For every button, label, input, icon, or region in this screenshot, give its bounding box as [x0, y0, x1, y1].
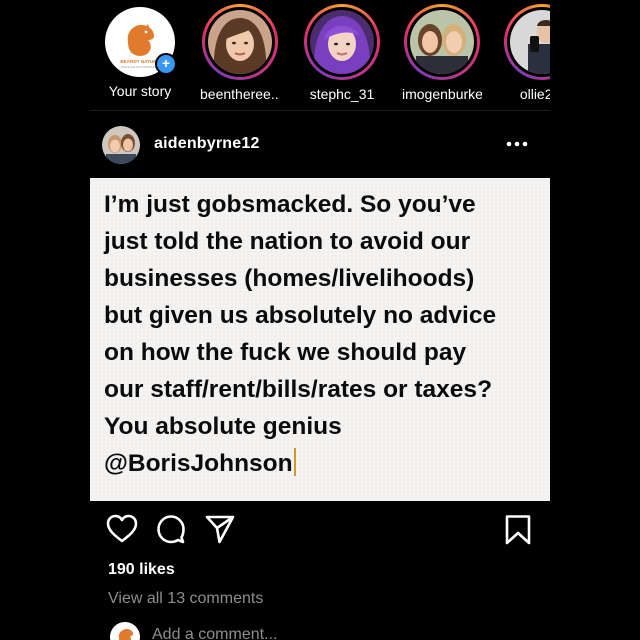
story-avatar-image [208, 10, 272, 74]
post-author-avatar[interactable] [102, 126, 140, 164]
story-avatar-image [510, 10, 550, 74]
add-comment-row[interactable]: Add a comment... [108, 622, 548, 640]
share-send-icon[interactable] [204, 514, 236, 544]
story-ring [404, 4, 480, 80]
story-label: imogenburke [402, 86, 482, 102]
post-header: aidenbyrne12 [90, 122, 550, 168]
divider [90, 110, 550, 111]
story-avatar-image [410, 10, 474, 74]
add-comment-input[interactable]: Add a comment... [152, 626, 277, 640]
add-story-plus-icon[interactable]: + [155, 53, 177, 75]
post-text: I’m just gobsmacked. So you’ve just told… [104, 191, 497, 477]
logo-text: BEARDY NATURE [120, 59, 159, 64]
more-options-icon[interactable] [504, 136, 530, 152]
logo-subtext: WILDLIFE PHOTOGRAPHY [121, 65, 159, 69]
story-imogenburke[interactable]: imogenburke [402, 4, 482, 102]
story-ring [304, 4, 380, 80]
comment-icon[interactable] [156, 514, 186, 544]
story-your-story[interactable]: BEARDY NATURE WILDLIFE PHOTOGRAPHY + You… [100, 4, 180, 99]
stories-tray[interactable]: BEARDY NATURE WILDLIFE PHOTOGRAPHY + You… [90, 0, 550, 108]
instagram-feed: BEARDY NATURE WILDLIFE PHOTOGRAPHY + You… [90, 0, 550, 640]
author-avatar-image [102, 126, 140, 164]
post-image[interactable]: I’m just gobsmacked. So you’ve just told… [90, 178, 550, 501]
story-avatar-image [310, 10, 374, 74]
your-story-avatar[interactable]: BEARDY NATURE WILDLIFE PHOTOGRAPHY + [105, 7, 177, 77]
story-label: beentheree... [200, 86, 280, 102]
view-all-comments-link[interactable]: View all 13 comments [108, 590, 263, 608]
post-username[interactable]: aidenbyrne12 [154, 135, 260, 153]
like-heart-icon[interactable] [106, 514, 138, 544]
likes-count[interactable]: 190 likes [108, 561, 175, 579]
text-cursor [293, 448, 296, 476]
current-user-avatar [110, 622, 140, 640]
story-stephc-31[interactable]: stephc_31 [302, 4, 382, 102]
post-actions [90, 512, 550, 552]
story-label: stephc_31 [309, 86, 375, 102]
story-beentheree[interactable]: beentheree... [200, 4, 280, 102]
story-ring [504, 4, 550, 80]
story-ring [202, 4, 278, 80]
story-label: ollie27: [519, 86, 550, 102]
save-bookmark-icon[interactable] [504, 514, 532, 546]
beardy-nature-logo-icon [118, 629, 133, 640]
story-ollie27[interactable]: ollie27: [502, 4, 550, 102]
story-label: Your story [108, 83, 172, 99]
